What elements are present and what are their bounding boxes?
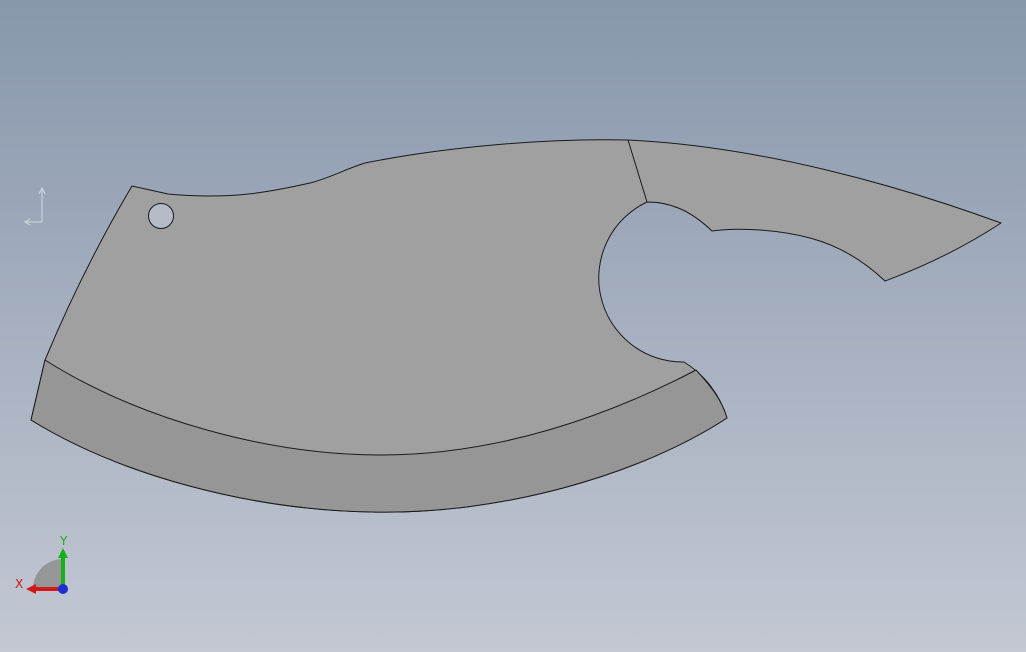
y-axis-label: Y xyxy=(59,534,68,548)
x-axis-arrowhead xyxy=(26,584,36,594)
hanging-hole[interactable] xyxy=(148,203,174,229)
z-axis-origin[interactable] xyxy=(58,584,68,594)
x-axis-label: X xyxy=(15,577,23,591)
triad-plane-indicator xyxy=(33,559,63,589)
model-scene[interactable]: Y X xyxy=(0,0,1026,652)
y-axis-arrowhead xyxy=(58,548,68,558)
origin-axis-icon xyxy=(24,186,46,226)
coordinate-triad[interactable]: Y X xyxy=(15,534,68,594)
cleaver-blade[interactable] xyxy=(30,139,1002,513)
cad-viewport[interactable]: Y X xyxy=(0,0,1026,652)
